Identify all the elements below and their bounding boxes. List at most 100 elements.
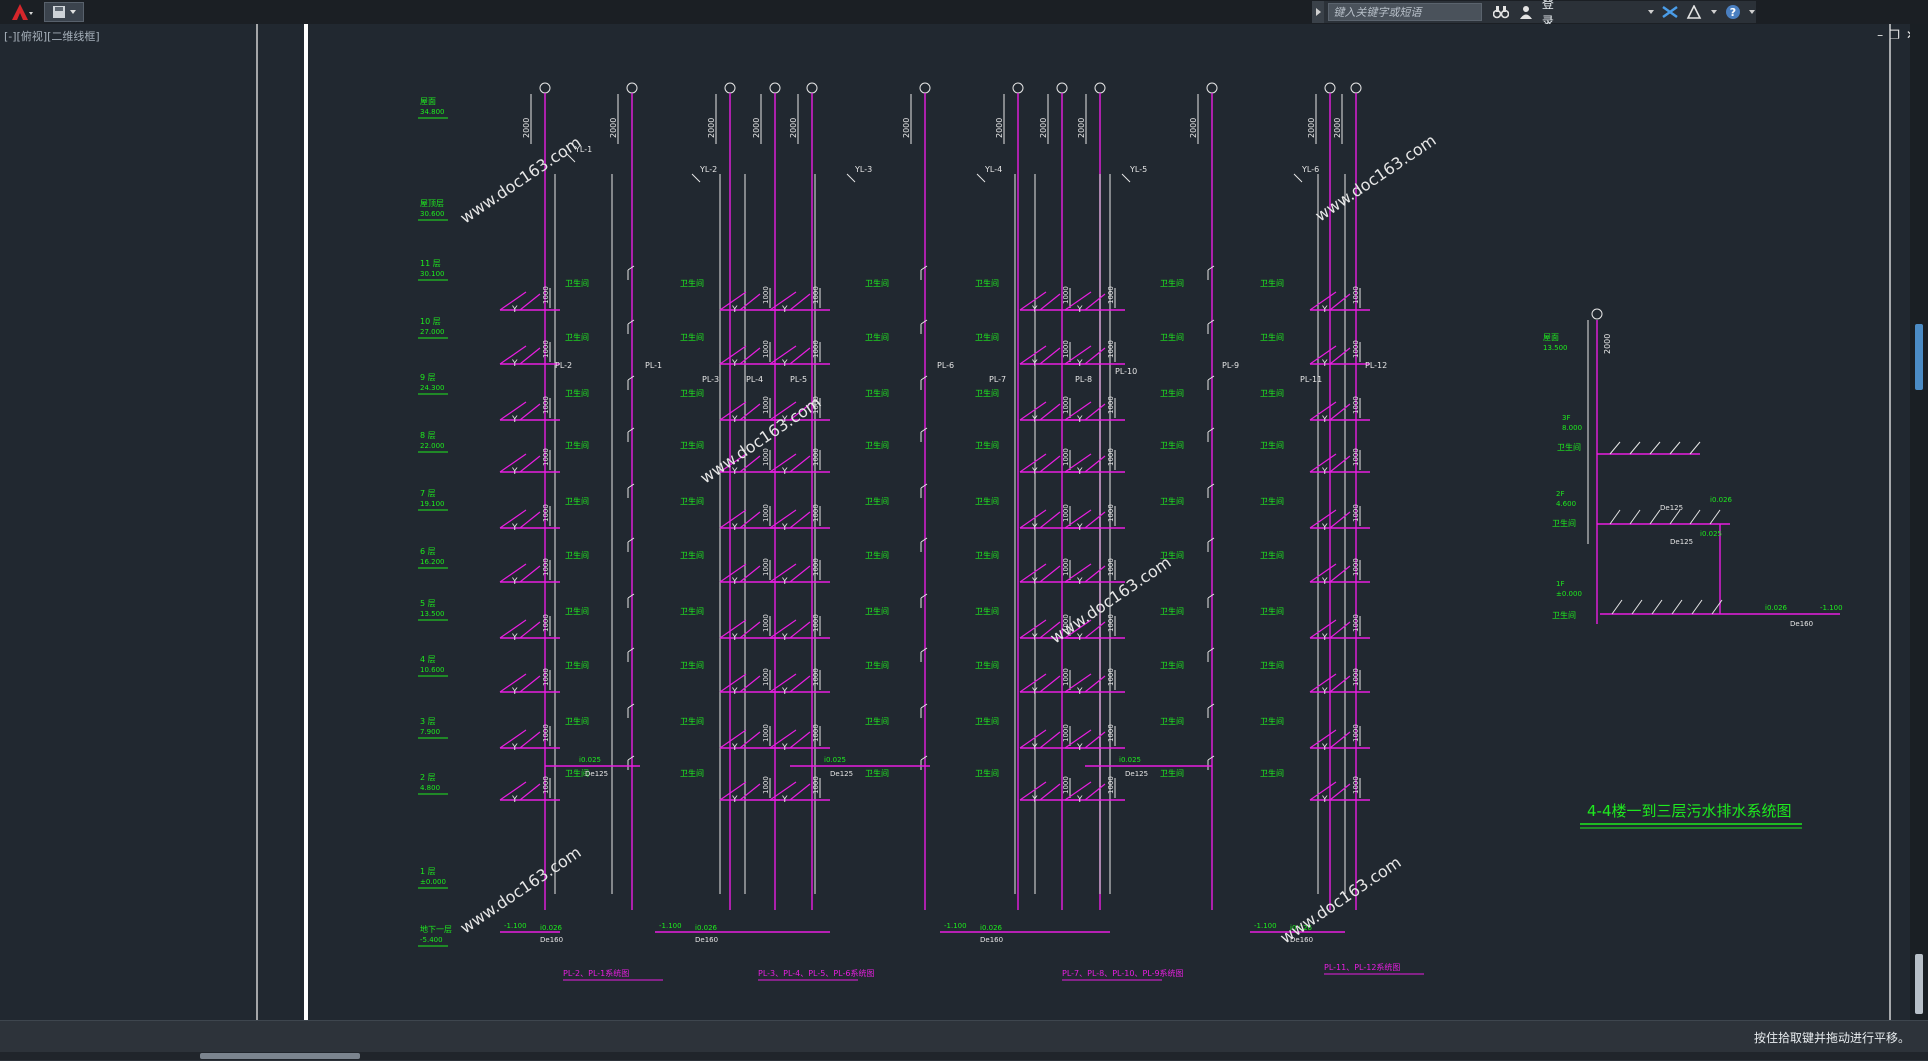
trap-symbol: Y [1031,467,1038,477]
dimension-1000: 1000 [1107,724,1115,742]
application-menu-button[interactable] [2,1,42,23]
dimension-1000: 1000 [1107,668,1115,686]
fixture-branch [1329,783,1351,801]
trap-symbol: Y [1031,415,1038,425]
dimension-1000: 1000 [812,286,820,304]
dimension-1000: 1000 [542,448,550,466]
bathroom-label: 卫生间 [680,716,704,726]
fixture-branch [1329,621,1351,639]
fixture-branch [519,675,541,693]
fixture-branch [519,783,541,801]
pipe-size-label: De125 [830,770,853,778]
trap-symbol: Y [1031,523,1038,533]
floor-elevation: 27.000 [420,328,445,336]
trap-symbol: Y [1321,415,1328,425]
autodesk-app-icon[interactable] [1685,2,1704,22]
floor-name: 3 层 [420,717,436,726]
login-dropdown-icon[interactable] [1647,8,1655,16]
fixture-branch [519,511,541,529]
vertical-scroll-thumb-lower[interactable] [1915,954,1923,1014]
floor-name: 11 层 [420,259,441,268]
drawing-svg[interactable]: 屋面 34.800 屋顶层 30.600 11 层 30.100 10 层 27.000 9 层… [0,24,1910,1020]
drawing-canvas[interactable]: 屋面 34.800 屋顶层 30.600 11 层 30.100 10 层 27.000 9 层… [0,24,1928,1020]
dimension-1000: 1000 [812,668,820,686]
dimension-1000: 1000 [1352,504,1360,522]
fixture-branch [1669,441,1681,455]
vertical-scrollbar[interactable] [1910,24,1928,1020]
dimension-1000: 1000 [542,504,550,522]
floor-elevation: -5.400 [420,936,443,944]
bathroom-label: 卫生间 [975,606,999,616]
floor-name: 3F [1562,414,1570,422]
trap-symbol: Y [781,523,788,533]
fixture-branch [519,455,541,473]
fixture-tick [920,427,928,433]
bathroom-label: 卫生间 [680,768,704,778]
infocenter-search: 登录 ? [1312,0,1756,28]
app-dropdown-icon[interactable] [1710,8,1718,16]
dimension-1000: 1000 [762,558,770,576]
fixture-branch [1329,403,1351,421]
fixture-tick [627,319,635,325]
vertical-scroll-thumb[interactable] [1915,324,1923,390]
fixture-branch [1039,783,1061,801]
autocad-logo-icon [12,4,33,20]
horizontal-scrollbar[interactable] [0,1052,1928,1060]
fixture-tick [1207,319,1215,325]
fixture-branch [1084,675,1106,693]
dimension-1000: 1000 [1352,448,1360,466]
help-icon[interactable]: ? [1724,2,1743,22]
trap-symbol: Y [781,743,788,753]
restore-icon[interactable]: ❐ [1889,28,1900,42]
bathroom-label: 卫生间 [680,550,704,560]
dimension-2000: 2000 [1603,334,1612,354]
trap-symbol: Y [511,687,518,697]
trap-symbol: Y [1321,577,1328,587]
pipe-network: 2000 2000 2000 2000 2000 2000 2000 2000 2000 2000… [499,82,1370,933]
binoculars-search-icon[interactable] [1492,2,1511,22]
fixture-branch [739,565,761,583]
slope-label: i0.026 [695,924,718,932]
bathroom-label: 卫生间 [1260,388,1284,398]
pl-label-pl-10: PL-10 [1115,367,1137,376]
fixture-branch [1329,347,1351,365]
slope-label: i0.026 [540,924,563,932]
riser-leader [1293,173,1303,183]
minimize-icon[interactable]: – [1877,28,1883,42]
fixture-tick [627,703,635,709]
help-dropdown-icon[interactable] [1748,8,1756,16]
trap-symbol: Y [731,305,738,315]
fixture-branch [1629,441,1641,455]
fixture-branch [1039,293,1061,311]
fixture-tick [920,593,928,599]
fixture-branch [1084,403,1106,421]
dimension-1000: 1000 [542,286,550,304]
trap-symbol: Y [1076,743,1083,753]
fixture-branch [1329,293,1351,311]
trap-symbol: Y [1031,743,1038,753]
system-titles: PL-2、PL-1系统图 PL-3、PL-4、PL-5、PL-6系统图 PL-7、P… [563,962,1424,981]
pipe-size-label: De160 [540,936,563,944]
floor-elevation: 16.200 [420,558,445,566]
fixture-branch [1329,565,1351,583]
pipe-size-label: De125 [1670,538,1693,546]
dimension-2000: 2000 [609,118,618,138]
viewport-tag[interactable]: [-][俯视][二维线框] [4,28,100,44]
slope-label: i0.025 [1119,756,1141,764]
dimension-1000: 1000 [1062,286,1070,304]
chevron-right-icon [1316,8,1322,16]
search-expand-button[interactable] [1312,1,1325,23]
exchange-icon[interactable] [1660,2,1679,22]
dimension-1000: 1000 [1107,504,1115,522]
floor-elevation: 4.800 [420,784,440,792]
vent-cap-icon [1206,82,1218,94]
floor-elevation: ±0.000 [1556,590,1582,598]
trap-symbol: Y [1031,359,1038,369]
quick-access-toolbar[interactable] [44,2,84,22]
trap-symbol: Y [511,577,518,587]
search-input[interactable] [1328,3,1482,21]
horizontal-scroll-thumb[interactable] [200,1053,360,1059]
riser-leader [1121,173,1131,183]
fixture-tick [1207,537,1215,543]
floor-name: 8 层 [420,431,436,440]
